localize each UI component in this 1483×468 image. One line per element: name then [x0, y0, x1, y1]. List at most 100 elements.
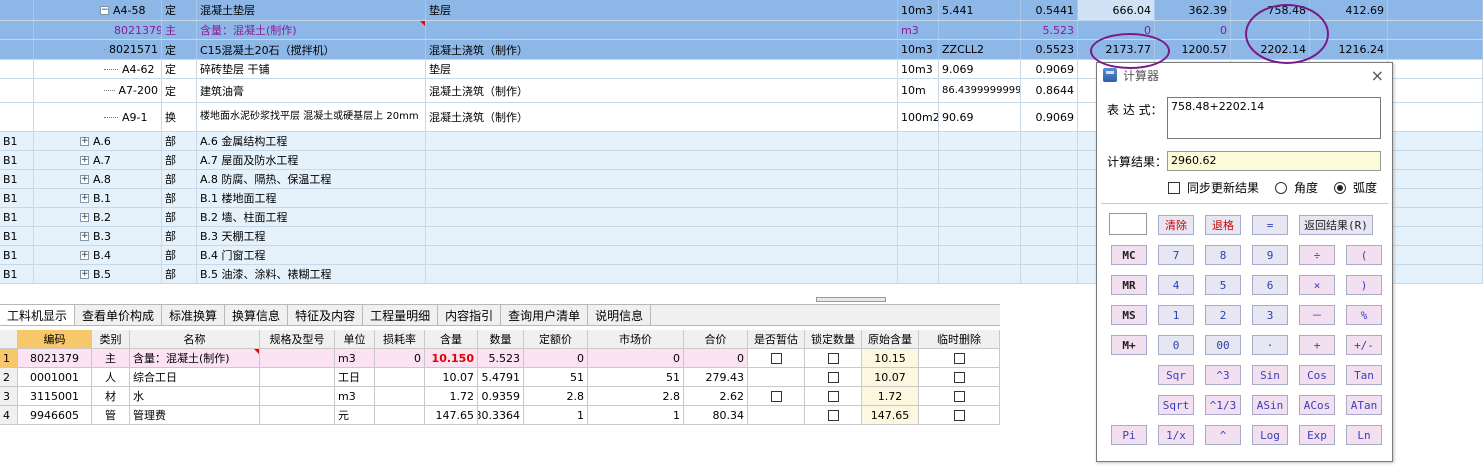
sync-result-checkbox[interactable]	[1168, 181, 1180, 194]
expand-icon[interactable]: +	[80, 136, 89, 146]
calc-key-1-2[interactable]: 8	[1205, 245, 1241, 265]
table-row[interactable]: 2 0001001 人 综合工日 工日 10.07 5.4791 51 51 279.43 10.0…	[0, 368, 1000, 387]
tab-3[interactable]: 标准换算	[162, 305, 226, 325]
clear-button[interactable]: 清除	[1158, 215, 1194, 235]
column-header[interactable]: 数量	[478, 330, 524, 348]
calc-key-4-1[interactable]: 0	[1158, 335, 1194, 355]
checkbox[interactable]	[770, 352, 782, 364]
calc-key-5-0[interactable]: Sqr	[1158, 365, 1194, 385]
calc-key-1-5[interactable]: (	[1346, 245, 1382, 265]
expand-icon[interactable]: +	[80, 155, 89, 165]
calc-key-1-1[interactable]: 7	[1158, 245, 1194, 265]
checkbox[interactable]	[827, 390, 839, 402]
calc-key-4-2[interactable]: 00	[1205, 335, 1241, 355]
column-header[interactable]: 编码	[18, 330, 92, 348]
lock-cell[interactable]	[805, 368, 862, 386]
checkbox[interactable]	[827, 409, 839, 421]
calc-key-1-0[interactable]: MC	[1111, 245, 1147, 265]
radian-radio[interactable]	[1334, 181, 1347, 194]
calc-key-6-2[interactable]: ASin	[1252, 395, 1288, 415]
column-header[interactable]: 损耗率	[375, 330, 425, 348]
table-row[interactable]: 3 3115001 材 水 m3 1.72 0.9359 2.8 2.8 2.62 1.72	[0, 387, 1000, 406]
checkbox[interactable]	[770, 390, 782, 402]
close-icon[interactable]: ×	[1371, 66, 1384, 85]
calculator-title-bar[interactable]: 计算器	[1097, 63, 1392, 87]
checkbox[interactable]	[953, 371, 965, 383]
backspace-button[interactable]: 退格	[1205, 215, 1241, 235]
column-header[interactable]: 类别	[92, 330, 130, 348]
calc-key-7-3[interactable]: Log	[1252, 425, 1288, 445]
calc-key-4-4[interactable]: +	[1299, 335, 1335, 355]
calc-key-3-0[interactable]: MS	[1111, 305, 1147, 325]
tab-1[interactable]: 工料机显示	[0, 305, 76, 325]
checkbox[interactable]	[953, 409, 965, 421]
lock-cell[interactable]	[805, 349, 862, 367]
tree-row[interactable]: − A4-58 定混凝土垫层 垫层 10m3 5.441 0.5441 666.04 362.3…	[0, 0, 1483, 21]
est-cell[interactable]	[748, 387, 805, 405]
del-cell[interactable]	[919, 368, 1000, 386]
calc-key-2-4[interactable]: ×	[1299, 275, 1335, 295]
tab-4[interactable]: 换算信息	[225, 305, 289, 325]
tree-row[interactable]: 8021379 主 含量：混凝土(制作) m3 5.523 0 0	[0, 21, 1483, 40]
lock-cell[interactable]	[805, 406, 862, 424]
est-cell[interactable]	[748, 349, 805, 367]
checkbox[interactable]	[953, 390, 965, 402]
calc-key-2-5[interactable]: )	[1346, 275, 1382, 295]
del-cell[interactable]	[919, 349, 1000, 367]
expand-icon[interactable]: +	[80, 250, 89, 260]
checkbox[interactable]	[827, 352, 839, 364]
column-header[interactable]: 单位	[335, 330, 375, 348]
calc-key-1-3[interactable]: 9	[1252, 245, 1288, 265]
expression-input[interactable]: 758.48+2202.14	[1167, 97, 1381, 139]
degree-radio[interactable]	[1275, 181, 1288, 194]
calc-key-3-5[interactable]: %	[1346, 305, 1382, 325]
calc-key-6-1[interactable]: ^1/3	[1205, 395, 1241, 415]
calc-key-4-3[interactable]: ·	[1252, 335, 1288, 355]
calc-key-2-3[interactable]: 6	[1252, 275, 1288, 295]
calc-key-7-4[interactable]: Exp	[1299, 425, 1335, 445]
column-header[interactable]: 合价	[684, 330, 748, 348]
checkbox[interactable]	[827, 371, 839, 383]
calc-key-4-0[interactable]: M+	[1111, 335, 1147, 355]
calc-key-2-2[interactable]: 5	[1205, 275, 1241, 295]
calc-key-6-4[interactable]: ATan	[1346, 395, 1382, 415]
calc-key-7-1[interactable]: 1/x	[1158, 425, 1194, 445]
tab-2[interactable]: 查看单价构成	[75, 305, 163, 325]
checkbox[interactable]	[953, 352, 965, 364]
panel-splitter[interactable]	[816, 297, 886, 302]
tab-6[interactable]: 工程量明细	[363, 305, 439, 325]
calc-key-5-3[interactable]: Cos	[1299, 365, 1335, 385]
calc-key-2-1[interactable]: 4	[1158, 275, 1194, 295]
column-header[interactable]: 临时删除	[919, 330, 1000, 348]
expand-icon[interactable]: +	[80, 193, 89, 203]
tree-row[interactable]: 8021571 定 C15混凝土20石（搅拌机） 混凝土浇筑（制作） 10m3 ZZCLL…	[0, 40, 1483, 60]
calc-key-3-3[interactable]: 3	[1252, 305, 1288, 325]
expand-icon[interactable]: +	[80, 212, 89, 222]
calc-key-6-0[interactable]: Sqrt	[1158, 395, 1194, 415]
return-result-button[interactable]: 返回结果(R)	[1299, 215, 1373, 235]
calc-key-1-4[interactable]: ÷	[1299, 245, 1335, 265]
calc-key-5-4[interactable]: Tan	[1346, 365, 1382, 385]
column-header[interactable]	[0, 330, 18, 348]
est-cell[interactable]	[748, 406, 805, 424]
column-header[interactable]: 名称	[130, 330, 260, 348]
del-cell[interactable]	[919, 387, 1000, 405]
expand-icon[interactable]: +	[80, 269, 89, 279]
column-header[interactable]: 是否暂估	[748, 330, 805, 348]
calc-key-5-1[interactable]: ^3	[1205, 365, 1241, 385]
calc-key-7-5[interactable]: Ln	[1346, 425, 1382, 445]
est-cell[interactable]	[748, 368, 805, 386]
collapse-icon[interactable]: −	[100, 5, 109, 15]
tab-7[interactable]: 内容指引	[438, 305, 502, 325]
expand-icon[interactable]: +	[80, 174, 89, 184]
calc-key-7-0[interactable]: Pi	[1111, 425, 1147, 445]
lock-cell[interactable]	[805, 387, 862, 405]
column-header[interactable]: 市场价	[588, 330, 684, 348]
calc-key-3-1[interactable]: 1	[1158, 305, 1194, 325]
column-header[interactable]: 含量	[425, 330, 478, 348]
tab-5[interactable]: 特征及内容	[288, 305, 364, 325]
column-header[interactable]: 规格及型号	[260, 330, 335, 348]
tab-8[interactable]: 查询用户清单	[501, 305, 589, 325]
equals-button[interactable]: =	[1252, 215, 1288, 235]
table-row[interactable]: 1 8021379 主 含量：混凝土(制作) m3 0 10.150 5.523 0 0 0 10.1…	[0, 349, 1000, 368]
